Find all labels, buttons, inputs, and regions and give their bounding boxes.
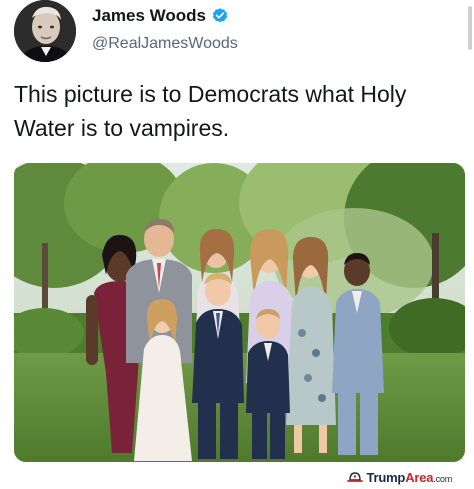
- tweet-screenshot: James Woods @RealJamesWoods This picture…: [0, 0, 474, 489]
- scrollbar[interactable]: [468, 6, 472, 50]
- watermark-brand-accent: Area: [405, 469, 434, 485]
- watermark-text: TrumpArea.com: [366, 470, 452, 487]
- display-name[interactable]: James Woods: [92, 4, 206, 28]
- tweet-header: James Woods @RealJamesWoods: [14, 0, 464, 62]
- tweet-text: This picture is to Democrats what Holy W…: [14, 81, 407, 141]
- verified-badge-icon: [211, 7, 229, 25]
- family-photo-illustration: [14, 163, 465, 462]
- watermark-tld: .com: [433, 473, 452, 484]
- user-handle[interactable]: @RealJamesWoods: [92, 34, 238, 54]
- tweet-photo[interactable]: [14, 163, 465, 462]
- display-name-row: James Woods: [92, 4, 229, 28]
- hat-icon: [347, 471, 364, 485]
- watermark: TrumpArea.com: [347, 470, 452, 486]
- avatar-photo: [14, 0, 76, 62]
- watermark-brand-primary: Trump: [366, 469, 406, 485]
- avatar[interactable]: [14, 0, 76, 62]
